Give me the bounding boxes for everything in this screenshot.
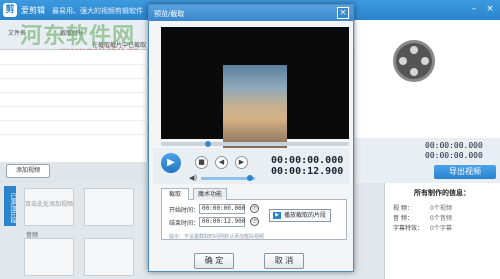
prev-frame-icon[interactable]: ◀ xyxy=(215,156,228,169)
film-reel-icon xyxy=(393,40,435,82)
seek-bar[interactable] xyxy=(161,142,349,146)
tab-magic[interactable]: 魔术功能 xyxy=(193,188,227,200)
app-name: 爱剪辑 xyxy=(21,6,45,15)
app-logo-icon: 剪 xyxy=(3,3,17,17)
minimize-icon[interactable]: – xyxy=(468,3,480,15)
add-video-button[interactable]: 添加视频 xyxy=(6,164,50,178)
window-controls: – × xyxy=(468,3,496,15)
stop-icon[interactable]: ■ xyxy=(195,156,208,169)
hint-text: 提示：不设置截取时间则默认添加整段视频 xyxy=(169,234,265,240)
start-time-label: 开始时间： xyxy=(169,207,200,214)
volume-handle[interactable] xyxy=(247,175,253,181)
close-icon[interactable]: × xyxy=(337,7,349,19)
end-time-label: 结束时间： xyxy=(169,220,200,227)
start-time-input[interactable]: 00:00:00.000 xyxy=(199,204,245,214)
info-audio-label: 音 频： xyxy=(393,215,413,222)
dialog-tabs: 截取 魔术功能 xyxy=(161,188,347,200)
volume-icon[interactable]: ◀) xyxy=(189,174,197,182)
clip-slot[interactable]: 双击此处添加视频 xyxy=(24,188,74,226)
info-audio-value: 0个音频 xyxy=(430,215,452,222)
file-list-panel xyxy=(0,50,148,162)
play-cut-icon: ▶ xyxy=(273,212,281,219)
info-title: 所有制作的信息： xyxy=(414,189,470,197)
video-frame xyxy=(161,27,349,155)
clock-icon[interactable]: ◷ xyxy=(250,204,259,213)
audio-slot[interactable] xyxy=(84,238,134,276)
info-video-label: 视 频： xyxy=(393,205,413,212)
clip-slot[interactable] xyxy=(84,188,134,226)
play-icon[interactable]: ▶ xyxy=(161,153,181,173)
info-subtitle-label: 字幕特效： xyxy=(393,225,424,232)
dialog-total-time: 00:00:12.900 xyxy=(271,166,344,177)
info-subtitle-value: 0个字幕 xyxy=(430,225,452,232)
main-total-time: 00:00:00.000 xyxy=(425,151,483,160)
added-clips-tab[interactable]: 已添加片段 xyxy=(4,186,16,226)
tab-cut[interactable]: 截取 xyxy=(161,188,189,200)
dialog-title-bar: 预览/截取 × xyxy=(149,5,353,21)
preview-cut-dialog: 预览/截取 × ▶ ■ ◀ ▶ ◀) 00:00:00.000 00:00:12… xyxy=(148,4,354,272)
cancel-button[interactable]: 取 消 xyxy=(264,253,304,269)
dialog-current-time: 00:00:00.000 xyxy=(271,155,344,166)
ok-button[interactable]: 确 定 xyxy=(194,253,234,269)
clock-icon[interactable]: ◷ xyxy=(250,217,259,226)
seek-handle[interactable] xyxy=(205,141,211,147)
info-video-value: 0个视频 xyxy=(430,205,452,212)
main-current-time: 00:00:00.000 xyxy=(425,141,483,150)
close-window-icon[interactable]: × xyxy=(484,3,496,15)
dialog-title: 预览/截取 xyxy=(154,10,185,18)
main-preview xyxy=(355,20,500,138)
export-video-button[interactable]: 导出视频 xyxy=(434,165,496,179)
end-time-input[interactable]: 00:00:12.900 xyxy=(199,217,245,227)
audio-slot[interactable] xyxy=(24,238,74,276)
next-frame-icon[interactable]: ▶ xyxy=(235,156,248,169)
app-slogan: 最易用、强大的视频剪辑软件 xyxy=(52,7,143,15)
